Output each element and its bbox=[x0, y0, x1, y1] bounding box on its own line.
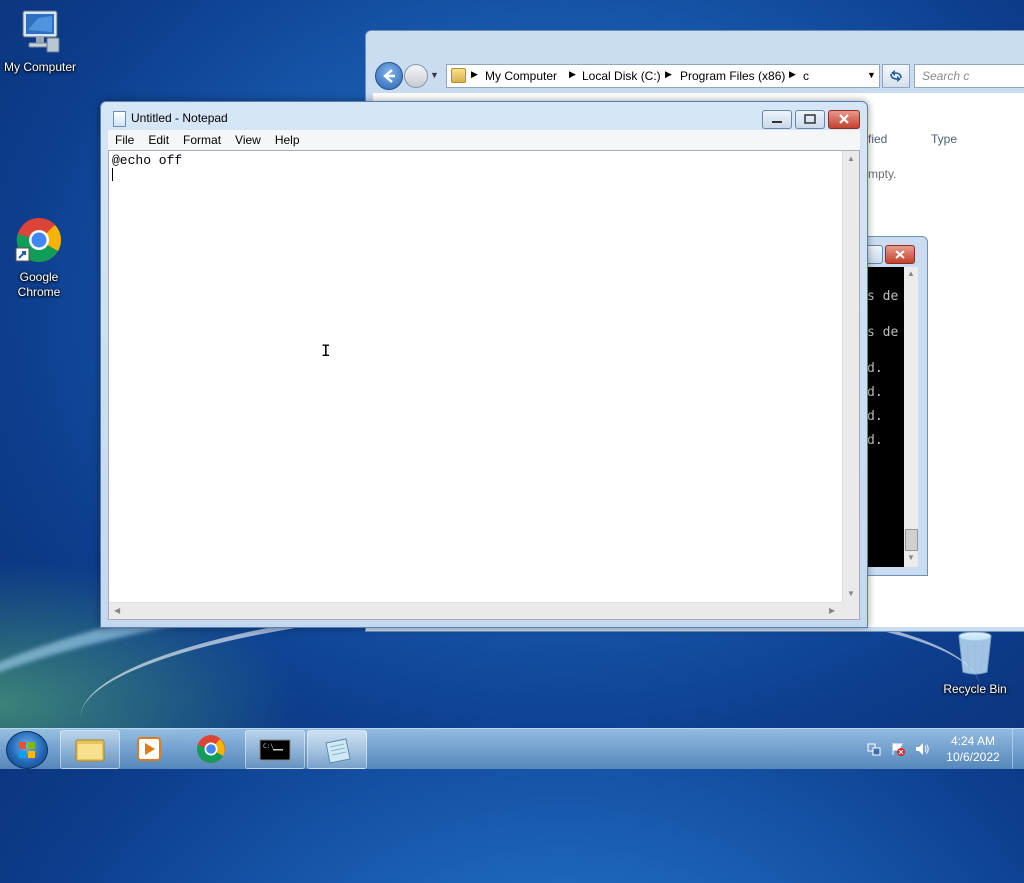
forward-button[interactable] bbox=[404, 64, 428, 88]
media-player-icon bbox=[137, 737, 161, 761]
taskbar-cmd-button[interactable]: C:\ bbox=[245, 730, 305, 769]
address-dropdown-icon[interactable]: ▼ bbox=[867, 70, 876, 80]
scroll-up-arrow[interactable]: ▲ bbox=[847, 154, 855, 163]
horizontal-scrollbar[interactable]: ◀ ▶ bbox=[109, 602, 843, 619]
ibeam-cursor-icon: I bbox=[321, 341, 331, 360]
desktop-icon-recycle-bin[interactable]: Recycle Bin bbox=[935, 630, 1015, 697]
chevron-right-icon: ▶ bbox=[789, 69, 796, 79]
chevron-right-icon: ▶ bbox=[471, 69, 478, 79]
clock-date: 10/6/2022 bbox=[946, 750, 1000, 764]
taskbar: C:\ 4:24 AM 10/6/2022 bbox=[0, 728, 1024, 769]
chevron-right-icon: ▶ bbox=[665, 69, 672, 79]
taskbar-explorer-button[interactable] bbox=[60, 730, 120, 769]
maximize-icon bbox=[804, 114, 816, 124]
system-clock[interactable]: 4:24 AM 10/6/2022 bbox=[940, 733, 1006, 765]
network-icon[interactable] bbox=[866, 741, 882, 760]
scroll-left-arrow[interactable]: ◀ bbox=[114, 606, 120, 615]
notepad-icon bbox=[113, 111, 126, 127]
breadcrumb-my-computer[interactable]: My Computer bbox=[485, 69, 557, 83]
vertical-scrollbar[interactable]: ▲ ▼ bbox=[842, 151, 859, 603]
menu-view[interactable]: View bbox=[228, 130, 268, 150]
close-button[interactable] bbox=[885, 245, 915, 264]
address-bar[interactable]: ▶ My Computer ▶ Local Disk (C:) ▶ Progra… bbox=[446, 64, 880, 88]
action-center-icon[interactable] bbox=[890, 741, 906, 760]
desktop-icon-label: Google Chrome bbox=[17, 270, 61, 299]
menu-edit[interactable]: Edit bbox=[141, 130, 176, 150]
folder-icon bbox=[451, 68, 466, 83]
minimize-icon bbox=[772, 121, 782, 123]
recent-pages-dropdown[interactable]: ▼ bbox=[430, 70, 439, 80]
scroll-right-arrow[interactable]: ▶ bbox=[829, 606, 835, 615]
resize-grip[interactable] bbox=[843, 603, 859, 619]
notepad-icon bbox=[325, 738, 351, 764]
column-header-date-modified[interactable]: fied bbox=[868, 132, 887, 146]
console-line: d. bbox=[867, 433, 883, 448]
taskbar-notepad-button[interactable] bbox=[307, 730, 367, 769]
scroll-up-arrow[interactable]: ▲ bbox=[907, 269, 915, 278]
column-header-type[interactable]: Type bbox=[931, 132, 957, 146]
chevron-right-icon: ▶ bbox=[569, 69, 576, 79]
desktop-icon-label: Recycle Bin bbox=[943, 682, 1007, 696]
console-line: d. bbox=[867, 409, 883, 424]
taskbar-media-player-button[interactable] bbox=[120, 730, 178, 767]
computer-icon bbox=[0, 8, 80, 58]
menu-file[interactable]: File bbox=[108, 130, 141, 150]
search-placeholder: Search c bbox=[922, 69, 970, 83]
empty-folder-message: mpty. bbox=[868, 167, 897, 181]
notepad-window[interactable]: Untitled - Notepad File Edit Format View Hel… bbox=[100, 101, 868, 628]
scroll-down-arrow[interactable]: ▼ bbox=[847, 589, 855, 598]
menu-format[interactable]: Format bbox=[176, 130, 228, 150]
editor-text-line: @echo off bbox=[112, 153, 183, 168]
close-button[interactable] bbox=[828, 110, 860, 129]
recycle-bin-icon bbox=[935, 630, 1015, 680]
desktop-icon-google-chrome[interactable]: Google Chrome bbox=[0, 216, 79, 300]
command-prompt-icon: C:\ bbox=[259, 739, 291, 761]
back-button[interactable] bbox=[375, 62, 403, 90]
minimize-button[interactable] bbox=[762, 110, 792, 129]
console-line: s de bbox=[867, 289, 899, 304]
close-icon bbox=[839, 114, 849, 124]
maximize-button[interactable] bbox=[795, 110, 825, 129]
windows-logo-icon bbox=[19, 742, 35, 758]
console-output[interactable]: s de s de d. d. d. d. bbox=[867, 267, 904, 567]
taskbar-chrome-button[interactable] bbox=[182, 730, 240, 767]
menu-bar: File Edit Format View Help bbox=[108, 130, 860, 150]
text-caret bbox=[112, 168, 113, 181]
show-desktop-button[interactable] bbox=[1012, 729, 1024, 769]
desktop-icon-label: My Computer bbox=[3, 60, 77, 74]
scroll-down-arrow[interactable]: ▼ bbox=[907, 553, 915, 562]
menu-help[interactable]: Help bbox=[268, 130, 307, 150]
scroll-thumb[interactable] bbox=[905, 529, 918, 551]
close-icon bbox=[895, 250, 905, 259]
breadcrumb-program-files[interactable]: Program Files (x86) bbox=[680, 69, 785, 83]
desktop-icon-my-computer[interactable]: My Computer bbox=[0, 8, 80, 75]
volume-icon[interactable] bbox=[914, 741, 930, 760]
start-button[interactable] bbox=[6, 731, 48, 769]
clock-time: 4:24 AM bbox=[950, 734, 996, 748]
breadcrumb-c[interactable]: c bbox=[803, 69, 809, 83]
folder-icon bbox=[75, 739, 105, 762]
chrome-icon bbox=[0, 216, 79, 268]
chrome-icon bbox=[196, 735, 225, 763]
refresh-button[interactable] bbox=[882, 64, 910, 88]
window-title: Untitled - Notepad bbox=[131, 111, 228, 125]
console-line: d. bbox=[867, 385, 883, 400]
back-arrow-icon bbox=[383, 69, 395, 83]
refresh-icon bbox=[890, 70, 902, 82]
search-input[interactable]: Search c bbox=[914, 64, 1024, 88]
breadcrumb-local-disk[interactable]: Local Disk (C:) bbox=[582, 69, 661, 83]
svg-text:C:\: C:\ bbox=[263, 743, 274, 750]
console-line: d. bbox=[867, 361, 883, 376]
console-scrollbar[interactable]: ▲ ▼ bbox=[904, 267, 918, 567]
console-line: s de bbox=[867, 325, 899, 340]
text-editor[interactable]: @echo off I ▲ ▼ ◀ ▶ bbox=[108, 150, 860, 620]
